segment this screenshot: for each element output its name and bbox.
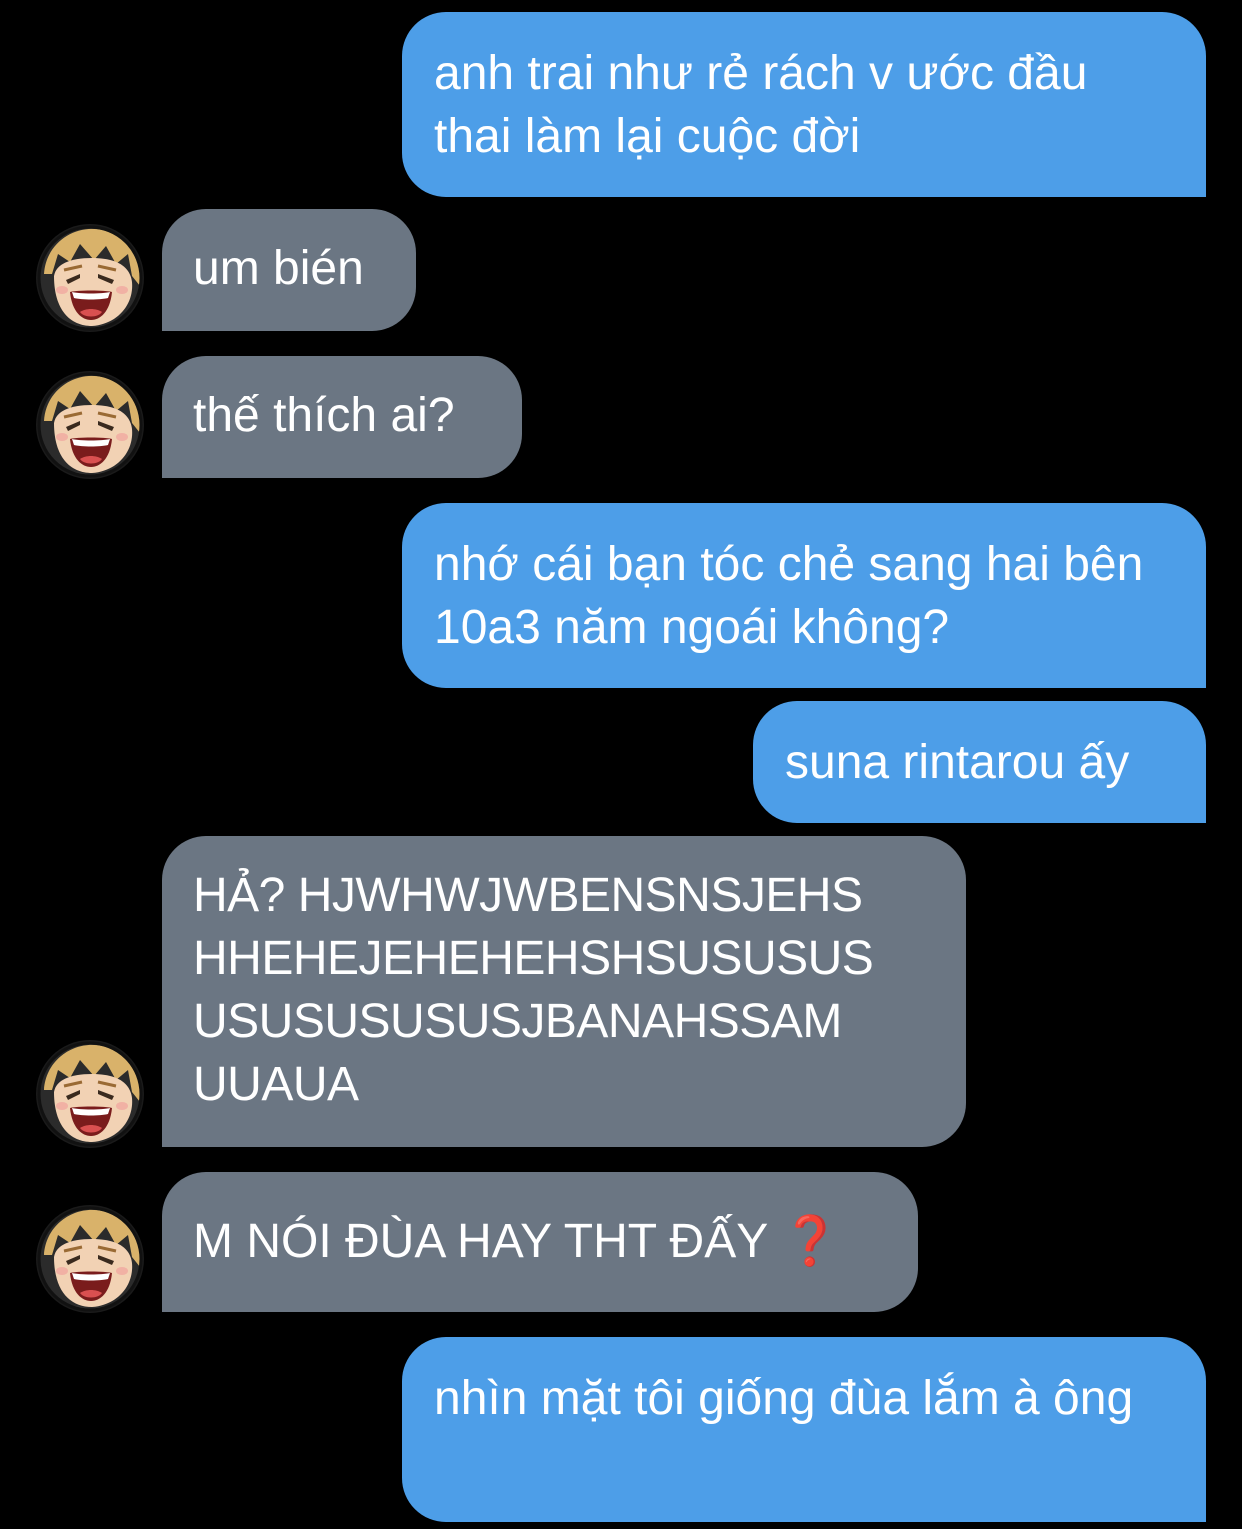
- received-message-bubble[interactable]: M NÓI ĐÙA HAY THT ĐẤY ❓: [162, 1172, 918, 1312]
- chat-thread: anh trai như rẻ rách v ước đầu thai làm …: [0, 0, 1242, 1529]
- red-question-mark-icon: ❓: [780, 1215, 841, 1268]
- message-text: nhớ cái bạn tóc chẻ sang hai bên 10a3 nă…: [434, 538, 1144, 654]
- sent-message-bubble[interactable]: nhớ cái bạn tóc chẻ sang hai bên 10a3 nă…: [402, 503, 1206, 688]
- received-message-bubble[interactable]: um bién: [162, 209, 416, 331]
- sent-message-bubble[interactable]: nhìn mặt tôi giống đùa lắm à ông: [402, 1337, 1206, 1522]
- avatar-icon[interactable]: [36, 1205, 144, 1313]
- avatar-icon[interactable]: [36, 371, 144, 479]
- avatar-icon[interactable]: [36, 1040, 144, 1148]
- message-text: suna rintarou ấy: [785, 736, 1130, 789]
- sent-message-bubble[interactable]: anh trai như rẻ rách v ước đầu thai làm …: [402, 12, 1206, 197]
- received-message-bubble[interactable]: thế thích ai?: [162, 356, 522, 478]
- avatar-icon[interactable]: [36, 224, 144, 332]
- message-text: thế thích ai?: [193, 389, 455, 442]
- message-text: nhìn mặt tôi giống đùa lắm à ông: [434, 1372, 1134, 1425]
- sent-message-bubble[interactable]: suna rintarou ấy: [753, 701, 1206, 823]
- received-message-bubble[interactable]: HẢ? HJWHWJWBENSNSJEHS HHEHEJEHEHEHSHSUSU…: [162, 836, 966, 1147]
- message-text: anh trai như rẻ rách v ước đầu thai làm …: [434, 47, 1088, 163]
- message-text: M NÓI ĐÙA HAY THT ĐẤY: [193, 1215, 768, 1268]
- message-text: um bién: [193, 242, 364, 295]
- message-text: HẢ? HJWHWJWBENSNSJEHS HHEHEJEHEHEHSHSUSU…: [193, 869, 874, 1111]
